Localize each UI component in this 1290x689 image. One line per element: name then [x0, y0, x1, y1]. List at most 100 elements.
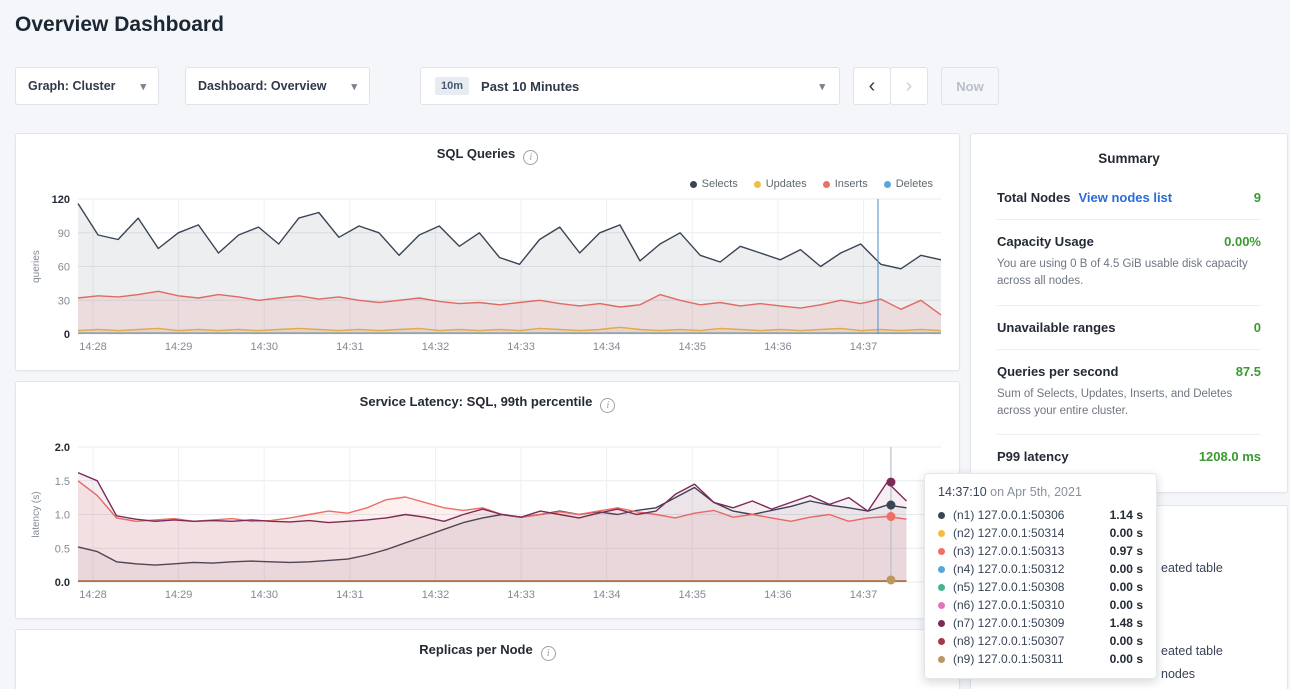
time-next-button[interactable]: › [890, 67, 928, 105]
node-latency-value: 0.00 s [1110, 580, 1143, 594]
dashboard-selector-dropdown[interactable]: Dashboard: Overview ▾ [185, 67, 370, 105]
total-nodes-label: Total Nodes [997, 190, 1070, 205]
series-color-dot-icon [938, 548, 945, 555]
svg-text:2.0: 2.0 [55, 442, 70, 454]
tooltip-node-row: (n8) 127.0.0.1:50307 0.00 s [938, 632, 1143, 650]
graph-selector-dropdown[interactable]: Graph: Cluster ▾ [15, 67, 159, 105]
info-icon[interactable]: i [541, 646, 556, 661]
now-button[interactable]: Now [941, 67, 999, 105]
node-address: (n1) 127.0.0.1:50306 [953, 508, 1100, 522]
qps-label: Queries per second [997, 364, 1118, 379]
capacity-value: 0.00% [1224, 234, 1261, 249]
svg-text:14:33: 14:33 [507, 341, 535, 353]
svg-text:14:35: 14:35 [679, 589, 707, 601]
node-latency-value: 0.00 s [1110, 652, 1143, 666]
replicas-per-node-chart-panel: Replicas per Node i [15, 629, 960, 689]
event-text-fragment: nodes [1161, 667, 1195, 681]
svg-text:latency (s): latency (s) [31, 491, 42, 537]
node-latency-value: 0.00 s [1110, 634, 1143, 648]
svg-text:14:28: 14:28 [79, 341, 107, 353]
node-latency-value: 0.00 s [1110, 526, 1143, 540]
time-window-label: Past 10 Minutes [481, 79, 579, 94]
summary-panel: Summary Total Nodes View nodes list 9 Ca… [970, 133, 1288, 493]
node-address: (n2) 127.0.0.1:50314 [953, 526, 1100, 540]
tooltip-node-rows: (n1) 127.0.0.1:50306 1.14 s (n2) 127.0.0… [938, 506, 1143, 668]
view-nodes-list-link[interactable]: View nodes list [1078, 190, 1172, 205]
node-latency-value: 1.14 s [1110, 508, 1143, 522]
svg-text:14:32: 14:32 [422, 341, 450, 353]
time-window-selector[interactable]: 10m Past 10 Minutes ▾ [420, 67, 840, 105]
tooltip-node-row: (n1) 127.0.0.1:50306 1.14 s [938, 506, 1143, 524]
node-address: (n8) 127.0.0.1:50307 [953, 634, 1100, 648]
total-nodes-value: 9 [1254, 190, 1261, 205]
summary-row-qps: Queries per second 87.5 Sum of Selects, … [997, 350, 1261, 436]
service-latency-chart[interactable]: 0.00.51.01.52.014:2814:2914:3014:3114:32… [16, 382, 961, 620]
graph-selector-label: Graph: Cluster [28, 79, 116, 93]
unavailable-ranges-value: 0 [1254, 320, 1261, 335]
svg-text:14:30: 14:30 [250, 589, 278, 601]
series-color-dot-icon [938, 566, 945, 573]
chevron-down-icon: ▾ [351, 80, 357, 93]
event-text-fragment: eated table [1161, 561, 1223, 575]
tooltip-node-row: (n9) 127.0.0.1:50311 0.00 s [938, 650, 1143, 668]
qps-value: 87.5 [1236, 364, 1261, 379]
node-address: (n3) 127.0.0.1:50313 [953, 544, 1100, 558]
series-color-dot-icon [938, 512, 945, 519]
node-latency-value: 0.00 s [1110, 598, 1143, 612]
replicas-chart-title: Replicas per Node [419, 642, 532, 657]
node-latency-value: 1.48 s [1110, 616, 1143, 630]
summary-row-capacity: Capacity Usage 0.00% You are using 0 B o… [997, 220, 1261, 306]
capacity-label: Capacity Usage [997, 234, 1094, 249]
p99-latency-value: 1208.0 ms [1199, 449, 1261, 464]
tooltip-node-row: (n6) 127.0.0.1:50310 0.00 s [938, 596, 1143, 614]
svg-text:120: 120 [52, 194, 70, 206]
svg-text:14:28: 14:28 [79, 589, 107, 601]
svg-text:0: 0 [64, 329, 70, 341]
svg-text:14:32: 14:32 [422, 589, 450, 601]
chevron-right-icon: › [906, 76, 913, 96]
svg-text:1.5: 1.5 [55, 476, 70, 488]
sql-queries-chart-panel: SQL Queriesi Selects Updates Inserts Del… [15, 133, 960, 371]
node-latency-value: 0.97 s [1110, 544, 1143, 558]
summary-row-p99-latency: P99 latency 1208.0 ms [997, 435, 1261, 478]
series-color-dot-icon [938, 620, 945, 627]
service-latency-chart-panel: Service Latency: SQL, 99th percentilei 0… [15, 381, 960, 619]
sql-queries-chart[interactable]: 030609012014:2814:2914:3014:3114:3214:33… [16, 134, 961, 372]
page-title: Overview Dashboard [15, 13, 224, 37]
summary-row-total-nodes: Total Nodes View nodes list 9 [997, 176, 1261, 220]
svg-text:queries: queries [31, 250, 42, 283]
tooltip-date: on Apr 5th, 2021 [990, 485, 1082, 499]
svg-text:14:36: 14:36 [764, 341, 792, 353]
series-color-dot-icon [938, 602, 945, 609]
chart-title: Replicas per Node i [16, 642, 959, 661]
series-color-dot-icon [938, 638, 945, 645]
capacity-description: You are using 0 B of 4.5 GiB usable disk… [997, 256, 1261, 291]
node-latency-value: 0.00 s [1110, 562, 1143, 576]
series-color-dot-icon [938, 656, 945, 663]
summary-row-unavailable-ranges: Unavailable ranges 0 [997, 306, 1261, 350]
node-address: (n5) 127.0.0.1:50308 [953, 580, 1100, 594]
tooltip-node-row: (n3) 127.0.0.1:50313 0.97 s [938, 542, 1143, 560]
svg-text:14:36: 14:36 [764, 589, 792, 601]
chart-hover-tooltip: 14:37:10 on Apr 5th, 2021 (n1) 127.0.0.1… [924, 473, 1157, 679]
tooltip-node-row: (n2) 127.0.0.1:50314 0.00 s [938, 524, 1143, 542]
svg-text:0.0: 0.0 [55, 577, 70, 589]
tooltip-timestamp: 14:37:10 on Apr 5th, 2021 [938, 485, 1143, 499]
time-window-badge: 10m [435, 77, 469, 95]
svg-text:14:33: 14:33 [507, 589, 535, 601]
overview-dashboard-page: Overview Dashboard Graph: Cluster ▾ Dash… [0, 0, 1290, 689]
p99-latency-label: P99 latency [997, 449, 1069, 464]
svg-text:14:30: 14:30 [250, 341, 278, 353]
tooltip-node-row: (n7) 127.0.0.1:50309 1.48 s [938, 614, 1143, 632]
time-prev-button[interactable]: ‹ [853, 67, 891, 105]
node-address: (n9) 127.0.0.1:50311 [953, 652, 1100, 666]
tooltip-node-row: (n4) 127.0.0.1:50312 0.00 s [938, 560, 1143, 578]
node-address: (n6) 127.0.0.1:50310 [953, 598, 1100, 612]
unavailable-ranges-label: Unavailable ranges [997, 320, 1116, 335]
svg-text:14:35: 14:35 [679, 341, 707, 353]
series-color-dot-icon [938, 530, 945, 537]
svg-text:1.0: 1.0 [55, 510, 70, 522]
chevron-down-icon: ▾ [819, 80, 825, 93]
node-address: (n4) 127.0.0.1:50312 [953, 562, 1100, 576]
svg-text:0.5: 0.5 [55, 543, 70, 555]
